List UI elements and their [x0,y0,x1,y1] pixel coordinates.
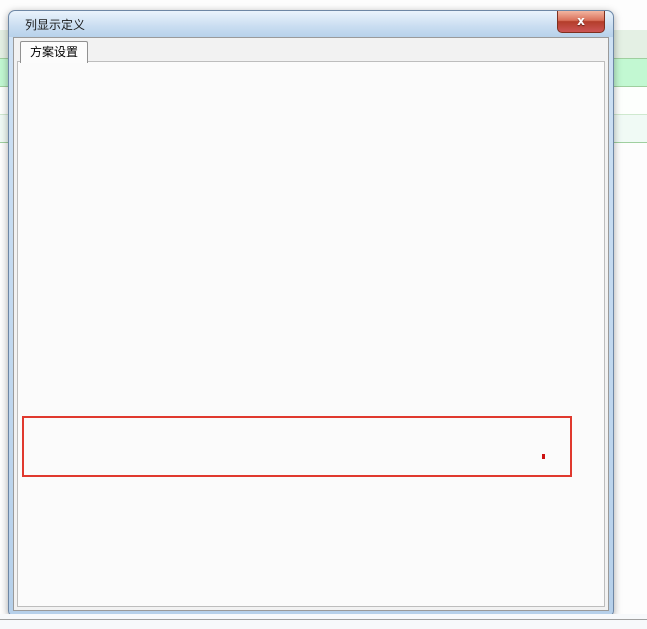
background-area [0,614,647,629]
dialog-client-area: 方案设置 选择方案 车辆卡片列表 ▼ car_card 方案名称 车辆卡片列表 … [13,37,609,611]
close-icon: x [577,14,585,28]
tab-scheme-settings[interactable]: 方案设置 [20,41,88,63]
dialog-column-display-definition: 列显示定义 x 方案设置 选择方案 车辆卡片列表 ▼ car_card 方案名称… [8,10,614,616]
dialog-title: 列显示定义 [25,16,85,33]
close-button[interactable]: x [557,11,605,33]
scheme-settings-panel [17,61,605,607]
dialog-titlebar[interactable]: 列显示定义 x [9,11,613,37]
annotation-rectangle [22,416,572,477]
screen: 列显示定义 x 方案设置 选择方案 车辆卡片列表 ▼ car_card 方案名称… [0,0,647,629]
annotation-mark [542,454,545,459]
